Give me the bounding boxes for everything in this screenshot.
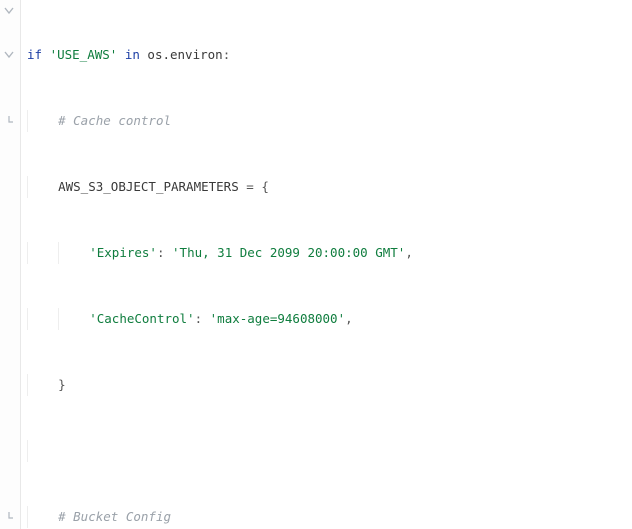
code-area[interactable]: if 'USE_AWS' in os.environ: # Cache cont… xyxy=(21,0,632,529)
code-line[interactable]: 'Expires': 'Thu, 31 Dec 2099 20:00:00 GM… xyxy=(25,242,632,264)
colon: : xyxy=(223,47,231,62)
comment: # Cache control xyxy=(58,113,171,128)
string-literal: 'Thu, 31 Dec 2099 20:00:00 GMT' xyxy=(172,245,405,260)
code-line[interactable]: # Cache control xyxy=(25,110,632,132)
fold-toggle-icon[interactable] xyxy=(4,6,14,16)
gutter xyxy=(0,0,21,529)
colon: : xyxy=(157,245,172,260)
string-literal: 'Expires' xyxy=(89,245,157,260)
colon: : xyxy=(195,311,210,326)
code-line[interactable]: if 'USE_AWS' in os.environ: xyxy=(25,44,632,66)
code-line[interactable]: 'CacheControl': 'max-age=94608000', xyxy=(25,308,632,330)
fold-toggle-icon[interactable] xyxy=(4,50,14,60)
fold-end-icon xyxy=(4,512,14,522)
comma: , xyxy=(345,311,353,326)
string-literal: 'max-age=94608000' xyxy=(210,311,345,326)
code-line[interactable] xyxy=(25,440,632,462)
identifier: os.environ xyxy=(147,47,222,62)
code-editor[interactable]: if 'USE_AWS' in os.environ: # Cache cont… xyxy=(0,0,632,529)
brace: { xyxy=(261,179,269,194)
code-line[interactable]: # Bucket Config xyxy=(25,506,632,528)
code-line[interactable]: } xyxy=(25,374,632,396)
string-literal: 'USE_AWS' xyxy=(50,47,118,62)
brace: } xyxy=(58,377,66,392)
equals: = xyxy=(239,179,262,194)
keyword-in: in xyxy=(117,47,147,62)
string-literal: 'CacheControl' xyxy=(89,311,194,326)
identifier: AWS_S3_OBJECT_PARAMETERS xyxy=(58,179,239,194)
code-line[interactable]: AWS_S3_OBJECT_PARAMETERS = { xyxy=(25,176,632,198)
comma: , xyxy=(405,245,413,260)
comment: # Bucket Config xyxy=(58,509,171,524)
keyword-if: if xyxy=(27,47,50,62)
fold-end-icon xyxy=(4,116,14,126)
